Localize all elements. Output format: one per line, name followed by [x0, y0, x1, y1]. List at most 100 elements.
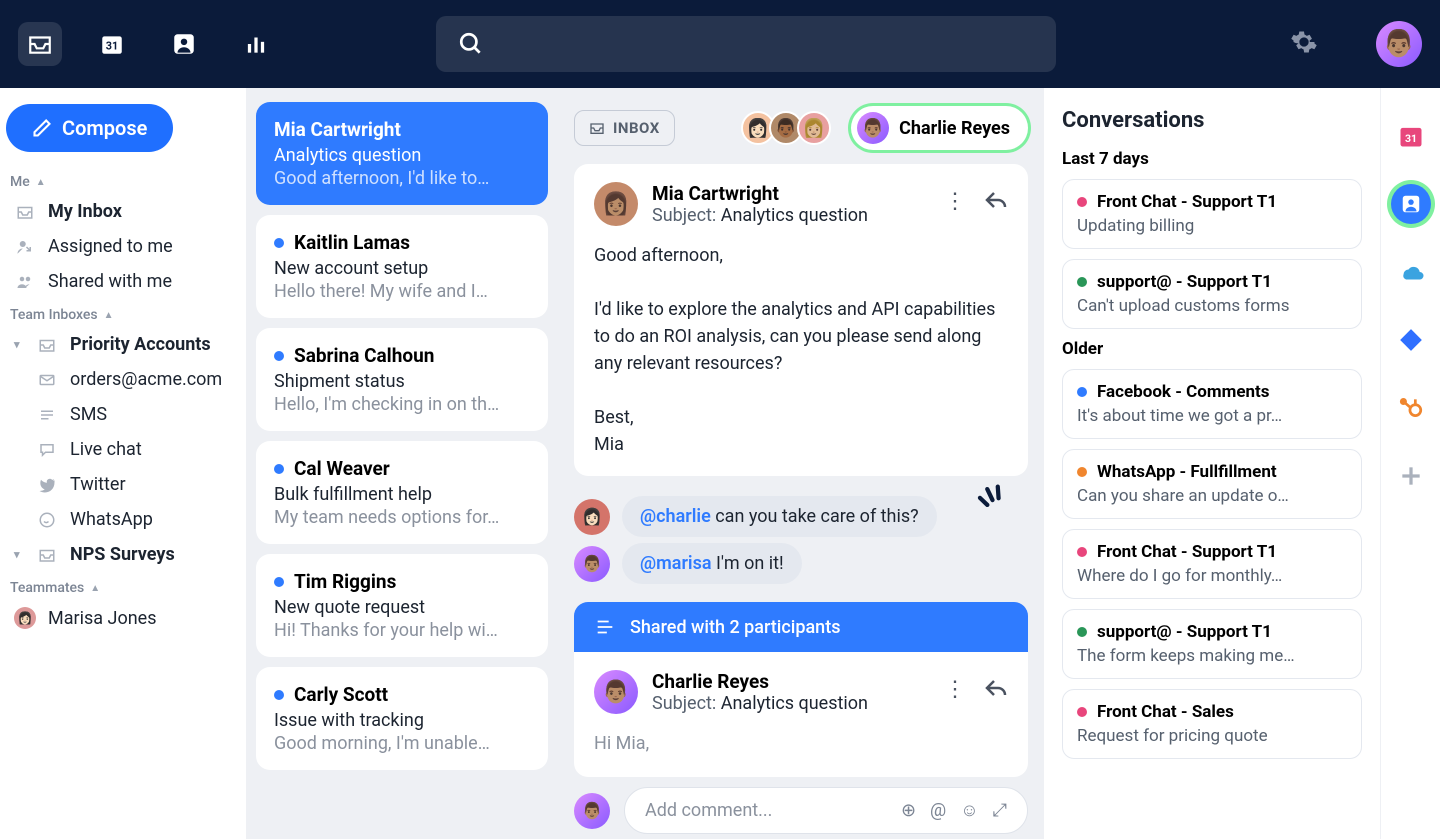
conversation-list: Mia CartwrightAnalytics questionGood aft… — [246, 88, 558, 839]
inbox-icon — [36, 336, 58, 354]
sidebar-item[interactable]: SMS — [0, 397, 246, 432]
draft-icon — [594, 616, 616, 638]
sidebar-item[interactable]: orders@acme.com — [0, 362, 246, 397]
related-conversation-card[interactable]: WhatsApp - Fullfillment Can you share an … — [1062, 449, 1362, 519]
conv-subject: Shipment status — [274, 371, 530, 392]
rail-calendar-icon[interactable]: 31 — [1391, 116, 1431, 156]
compose-button[interactable]: Compose — [6, 104, 173, 152]
sidebar-item[interactable]: My Inbox — [0, 194, 246, 229]
conv-preview: My team needs options for… — [274, 507, 530, 528]
rail-jira-icon[interactable] — [1391, 320, 1431, 360]
related-title: WhatsApp - Fullfillment — [1097, 462, 1277, 482]
sender-name: Mia Cartwright — [652, 182, 868, 205]
reply-from: Charlie Reyes — [652, 670, 868, 693]
add-icon[interactable]: ⊕ — [901, 800, 916, 821]
mention-icon[interactable]: @ — [930, 800, 946, 821]
search-icon — [458, 31, 484, 57]
related-preview: Can you share an update o… — [1077, 486, 1347, 506]
reply-icon[interactable] — [984, 189, 1008, 219]
inbox-chip[interactable]: INBOX — [574, 110, 675, 146]
shared-text: Shared with 2 participants — [630, 617, 840, 638]
status-dot — [1077, 197, 1087, 207]
conv-preview: Good afternoon, I'd like to… — [274, 168, 530, 189]
teammate-avatar: 👩🏻 — [14, 607, 36, 629]
user-avatar[interactable]: 👨🏽 — [1376, 21, 1422, 67]
expand-icon[interactable]: ⤢ — [993, 800, 1007, 821]
composer-avatar: 👨🏽 — [574, 793, 610, 829]
related-title: Front Chat - Sales — [1097, 702, 1234, 722]
mention[interactable]: @charlie — [640, 506, 711, 527]
right-panel: Conversations Last 7 daysFront Chat - Su… — [1044, 88, 1380, 839]
conversation-card[interactable]: Kaitlin LamasNew account setupHello ther… — [256, 215, 548, 318]
sidebar-item-label: Twitter — [70, 474, 126, 495]
related-title: Front Chat - Support T1 — [1097, 192, 1277, 212]
conversation-card[interactable]: Sabrina Calhoun Shipment statusHello, I'm… — [256, 328, 548, 431]
related-conversation-card[interactable]: support@ - Support T1Can't upload custom… — [1062, 259, 1362, 329]
conversation-card[interactable]: Tim RigginsNew quote requestHi! Thanks f… — [256, 554, 548, 657]
related-conversation-card[interactable]: Front Chat - SalesRequest for pricing qu… — [1062, 689, 1362, 759]
nav-contact-icon[interactable] — [162, 22, 206, 66]
unread-dot — [274, 351, 284, 361]
right-panel-title: Conversations — [1062, 108, 1362, 133]
rail-hubspot-icon[interactable] — [1391, 388, 1431, 428]
reply-subject: Analytics question — [721, 693, 868, 714]
participants: 👩🏻 👨🏾 👩🏼 — [747, 111, 831, 145]
mention[interactable]: @marisa — [640, 553, 712, 574]
nav-analytics-icon[interactable] — [234, 22, 278, 66]
related-title: Facebook - Comments — [1097, 382, 1270, 402]
more-icon[interactable]: ⋮ — [944, 677, 966, 707]
rail-contact-icon[interactable] — [1391, 184, 1431, 224]
unread-dot — [274, 464, 284, 474]
more-icon[interactable]: ⋮ — [944, 189, 966, 219]
search-input[interactable] — [436, 16, 1056, 72]
conv-name: Carly Scott — [294, 683, 388, 706]
status-dot — [1077, 277, 1087, 287]
assignee-chip[interactable]: 👨🏽 Charlie Reyes — [851, 106, 1028, 150]
related-conversation-card[interactable]: support@ - Support T1The form keeps maki… — [1062, 609, 1362, 679]
chat-icon — [36, 441, 58, 459]
unread-dot — [274, 238, 284, 248]
sidebar-item[interactable]: Twitter — [0, 467, 246, 502]
comment-avatar: 👨🏽 — [574, 546, 610, 582]
unread-dot — [274, 690, 284, 700]
conv-name: Sabrina Calhoun — [294, 344, 434, 367]
comment-text: can you take care of this? — [711, 506, 919, 527]
assignee-avatar: 👨🏽 — [857, 112, 889, 144]
sidebar-item[interactable]: Assigned to me — [0, 229, 246, 264]
related-title: support@ - Support T1 — [1097, 272, 1272, 292]
reply-icon[interactable] — [984, 677, 1008, 707]
comment-input[interactable]: Add comment... ⊕ @ ☺ ⤢ — [624, 787, 1028, 834]
rail-add-icon[interactable] — [1391, 456, 1431, 496]
emoji-icon[interactable]: ☺ — [960, 800, 978, 821]
section-me[interactable]: Me▲ — [0, 166, 246, 194]
sidebar-item[interactable]: ▾NPS Surveys — [0, 537, 246, 572]
subject-label: Subject: — [652, 205, 716, 226]
teammate-name: Marisa Jones — [48, 608, 157, 629]
conv-preview: Hello, I'm checking in on th… — [274, 394, 530, 415]
section-teammates[interactable]: Teammates▲ — [0, 572, 246, 600]
related-conversation-card[interactable]: Front Chat - Support T1Updating billing — [1062, 179, 1362, 249]
related-conversation-card[interactable]: Facebook - CommentsIt's about time we go… — [1062, 369, 1362, 439]
sidebar-item-label: Assigned to me — [48, 236, 173, 257]
sidebar-item-label: WhatsApp — [70, 509, 153, 530]
sms-icon — [36, 406, 58, 424]
nav-inbox-icon[interactable] — [18, 22, 62, 66]
inbox-chip-label: INBOX — [613, 119, 660, 137]
participant-avatar[interactable]: 👩🏼 — [797, 111, 831, 145]
sidebar-item[interactable]: Shared with me — [0, 264, 246, 299]
comment-placeholder: Add comment... — [645, 800, 772, 821]
conversation-card[interactable]: Carly ScottIssue with trackingGood morni… — [256, 667, 548, 770]
teammate-item[interactable]: 👩🏻 Marisa Jones — [0, 600, 246, 636]
section-team[interactable]: Team Inboxes▲ — [0, 299, 246, 327]
related-conversation-card[interactable]: Front Chat - Support T1Where do I go for… — [1062, 529, 1362, 599]
sidebar-item[interactable]: ▾Priority Accounts — [0, 327, 246, 362]
nav-calendar-icon[interactable]: 31 — [90, 22, 134, 66]
svg-text:31: 31 — [1404, 132, 1416, 145]
conversation-card[interactable]: Cal WeaverBulk fulfillment helpMy team n… — [256, 441, 548, 544]
rail-salesforce-icon[interactable] — [1391, 252, 1431, 292]
conv-name: Tim Riggins — [294, 570, 396, 593]
settings-icon[interactable] — [1290, 28, 1318, 60]
sidebar-item[interactable]: Live chat — [0, 432, 246, 467]
sidebar-item[interactable]: WhatsApp — [0, 502, 246, 537]
conversation-card[interactable]: Mia CartwrightAnalytics questionGood aft… — [256, 102, 548, 205]
